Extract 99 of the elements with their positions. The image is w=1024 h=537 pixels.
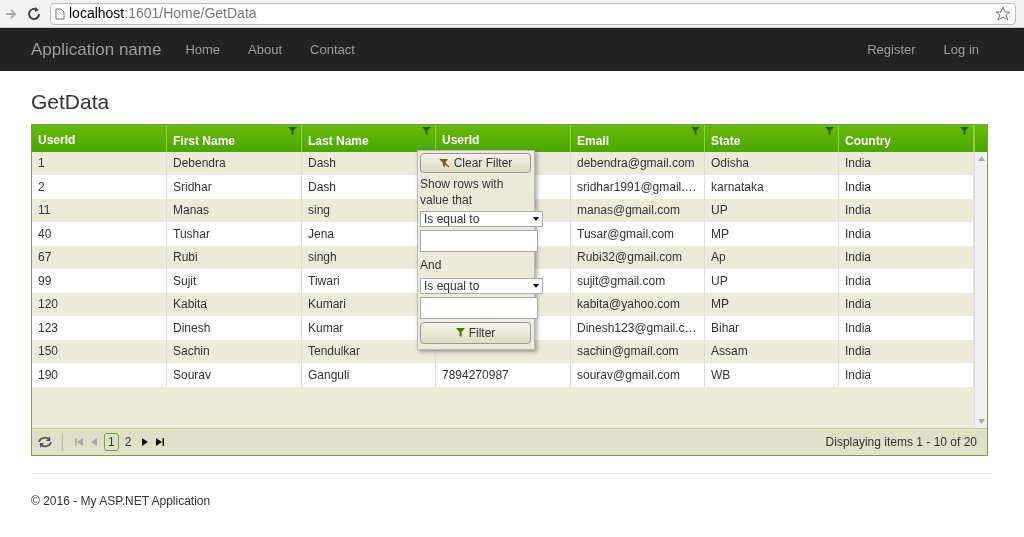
nav-link[interactable]: Home xyxy=(171,28,235,71)
table-cell-text: Dinesh xyxy=(173,319,211,337)
url-text: localhost:1601/Home/GetData xyxy=(69,4,257,23)
brand-link[interactable]: Application name xyxy=(31,36,162,63)
nav-link[interactable]: Log in xyxy=(929,28,993,71)
table-cell-text: 7894270987 xyxy=(442,366,509,384)
table-cell-text: Tusar@gmail.com xyxy=(577,225,675,243)
table-cell-text: sing xyxy=(308,202,330,220)
table-cell-text: 1 xyxy=(38,155,45,173)
reload-icon[interactable] xyxy=(26,5,42,22)
table-cell-text: Sourav xyxy=(173,366,212,384)
table-cell-text: Jena xyxy=(308,225,335,243)
table-cell-text: 123 xyxy=(38,319,59,337)
filter-icon[interactable] xyxy=(288,126,297,135)
filter-prompt: Show rows with value that xyxy=(420,175,505,208)
nav-link[interactable]: About xyxy=(234,28,297,71)
table-cell-text: 120 xyxy=(38,296,59,314)
table-cell-text: kabita@yahoo.com xyxy=(577,296,680,314)
table-cell-text: UP xyxy=(711,202,728,220)
last-page-icon[interactable] xyxy=(156,437,165,446)
scrollbar[interactable] xyxy=(974,151,987,428)
table-cell-text: Tushar xyxy=(173,225,210,243)
table-cell-text: UP xyxy=(711,272,728,290)
table-cell-text: debendra@gmail.com xyxy=(577,155,695,173)
table-cell-text: Rubi32@gmail.com xyxy=(577,249,682,267)
table-cell-text: Sachin xyxy=(173,343,210,361)
table-cell-text: 99 xyxy=(38,272,52,290)
nav-link[interactable]: Contact xyxy=(296,28,369,71)
table-cell-text: 67 xyxy=(38,249,52,267)
address-bar[interactable]: localhost:1601/Home/GetData xyxy=(50,2,1016,25)
conjunction-label: And xyxy=(420,256,443,274)
table-cell-text: India xyxy=(845,296,872,314)
scroll-down-icon[interactable] xyxy=(977,418,985,424)
table-cell-text: Rubi xyxy=(173,249,198,267)
table-cell-text: India xyxy=(845,178,872,196)
filter-icon xyxy=(455,328,465,337)
table-cell-text: Sujit xyxy=(173,272,197,290)
nav-link[interactable]: Register xyxy=(853,28,930,71)
table-cell-text: India xyxy=(845,249,872,267)
page-link[interactable]: 1 xyxy=(104,432,119,451)
table-cell-text: 150 xyxy=(38,343,59,361)
clear-filter-button[interactable]: Clear Filter xyxy=(420,152,531,173)
table-cell-text: Sridhar xyxy=(173,178,212,196)
table-cell-text: 40 xyxy=(38,225,52,243)
table-cell-text: Dash xyxy=(308,155,336,173)
table-cell-text: sridhar1991@gmail.… xyxy=(577,178,697,196)
pager-info: Displaying items 1 - 10 of 20 xyxy=(825,433,977,451)
next-page-icon[interactable] xyxy=(142,437,149,446)
table-cell-text: India xyxy=(845,343,872,361)
table-cell-text: Kumari xyxy=(308,296,346,314)
table-cell-text: Bihar xyxy=(711,319,739,337)
star-icon[interactable] xyxy=(995,5,1011,22)
value-input[interactable] xyxy=(420,296,538,319)
table-cell-text: Dash xyxy=(308,178,336,196)
table-cell-text: India xyxy=(845,202,872,220)
filter-icon[interactable] xyxy=(825,126,834,135)
table-cell-text: Odisha xyxy=(711,155,750,173)
page-title: GetData xyxy=(31,89,111,115)
table-cell-text: WB xyxy=(711,366,731,384)
filter-icon[interactable] xyxy=(422,126,431,135)
table-cell-text: 190 xyxy=(38,366,59,384)
table-cell-text: Tendulkar xyxy=(308,343,361,361)
table-cell-text: singh xyxy=(308,249,337,267)
operator-select[interactable]: Is equal to xyxy=(420,210,543,227)
table-cell-text: India xyxy=(845,319,872,337)
clear-filter-icon xyxy=(438,157,450,168)
table-cell-text: Ap xyxy=(711,249,726,267)
table-cell-text: India xyxy=(845,366,872,384)
table-cell-text: India xyxy=(845,225,872,243)
table-cell-text: Manas xyxy=(173,202,210,220)
table-cell-text: sachin@gmail.com xyxy=(577,343,679,361)
table-cell-text: sujit@gmail.com xyxy=(577,272,666,290)
table-cell-text: Dinesh123@gmail.c… xyxy=(577,319,697,337)
table-cell-text: India xyxy=(845,155,872,173)
scroll-up-icon[interactable] xyxy=(977,155,985,161)
forward-icon[interactable] xyxy=(4,6,18,21)
table-cell-text: Ganguli xyxy=(308,366,350,384)
table-cell-text: Tiwari xyxy=(308,272,340,290)
page-link[interactable]: 2 xyxy=(120,432,136,451)
filter-icon[interactable] xyxy=(960,126,969,135)
table-cell-text: karnataka xyxy=(711,178,764,196)
table-cell-text: Assam xyxy=(711,343,748,361)
table-cell-text: MP xyxy=(711,296,729,314)
table-cell-text: manas@gmail.com xyxy=(577,202,680,220)
footer-text: © 2016 - My ASP.NET Application xyxy=(31,492,212,510)
table-cell-text: Debendra xyxy=(173,155,226,173)
page-icon xyxy=(55,7,65,20)
dropdown-icon xyxy=(533,283,539,288)
filter-icon[interactable] xyxy=(691,126,700,135)
table-cell-text: Kumar xyxy=(308,319,344,337)
table-cell-text: Kabita xyxy=(173,296,208,314)
filter-button[interactable]: Filter xyxy=(420,321,531,344)
table-cell-text: 11 xyxy=(38,202,51,220)
table-cell-text: MP xyxy=(711,225,729,243)
value-input[interactable] xyxy=(420,229,538,252)
operator-select[interactable]: Is equal to xyxy=(420,277,543,294)
table-cell-text: India xyxy=(845,272,872,290)
table-cell-text: sourav@gmail.com xyxy=(577,366,680,384)
table-cell-text: 2 xyxy=(38,178,45,196)
